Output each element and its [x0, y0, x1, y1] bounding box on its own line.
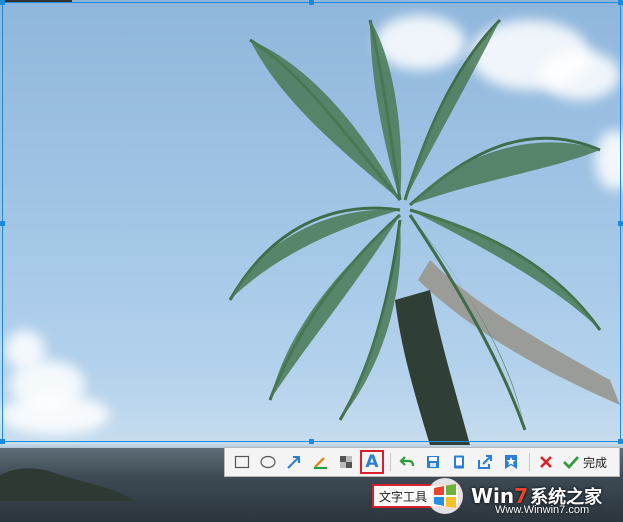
ellipse-icon — [260, 455, 276, 469]
text-tool-button[interactable]: A — [360, 450, 384, 474]
rectangle-icon — [234, 455, 250, 469]
resize-handle-top-left[interactable] — [0, 0, 5, 5]
selection-frame[interactable] — [0, 0, 623, 444]
toolbar-divider — [529, 453, 530, 471]
ellipse-tool-button[interactable] — [256, 450, 280, 474]
done-button[interactable]: 完成 — [562, 454, 607, 471]
resize-handle-bottom[interactable] — [309, 439, 314, 444]
resize-handle-bottom-left[interactable] — [0, 439, 5, 444]
cancel-icon — [540, 456, 552, 468]
arrow-tool-button[interactable] — [282, 450, 306, 474]
share-icon — [478, 455, 492, 469]
text-tool-icon: A — [365, 452, 379, 472]
mosaic-tool-button[interactable] — [334, 450, 358, 474]
undo-button[interactable] — [395, 450, 419, 474]
resize-handle-top-right[interactable] — [618, 0, 623, 5]
tooltip-label: 文字工具 — [379, 489, 428, 504]
done-label: 完成 — [583, 455, 608, 470]
pen-icon — [314, 457, 327, 469]
windows-logo-icon — [427, 478, 463, 514]
resize-handle-left[interactable] — [0, 221, 5, 226]
resize-handle-right[interactable] — [618, 221, 623, 226]
resize-handle-bottom-right[interactable] — [618, 439, 623, 444]
save-icon — [427, 456, 439, 468]
pin-icon — [505, 455, 517, 469]
checkmark-icon — [563, 456, 580, 470]
rectangle-tool-button[interactable] — [230, 450, 254, 474]
copy-icon — [454, 455, 464, 469]
pen-tool-button[interactable] — [308, 450, 332, 474]
toolbar-divider — [390, 453, 391, 471]
undo-icon — [399, 456, 415, 467]
resize-handle-top[interactable] — [309, 0, 314, 5]
island — [0, 468, 135, 501]
mosaic-icon — [340, 456, 352, 468]
arrow-icon — [287, 456, 300, 469]
watermark-url: Www.Winwin7.com — [495, 504, 590, 516]
